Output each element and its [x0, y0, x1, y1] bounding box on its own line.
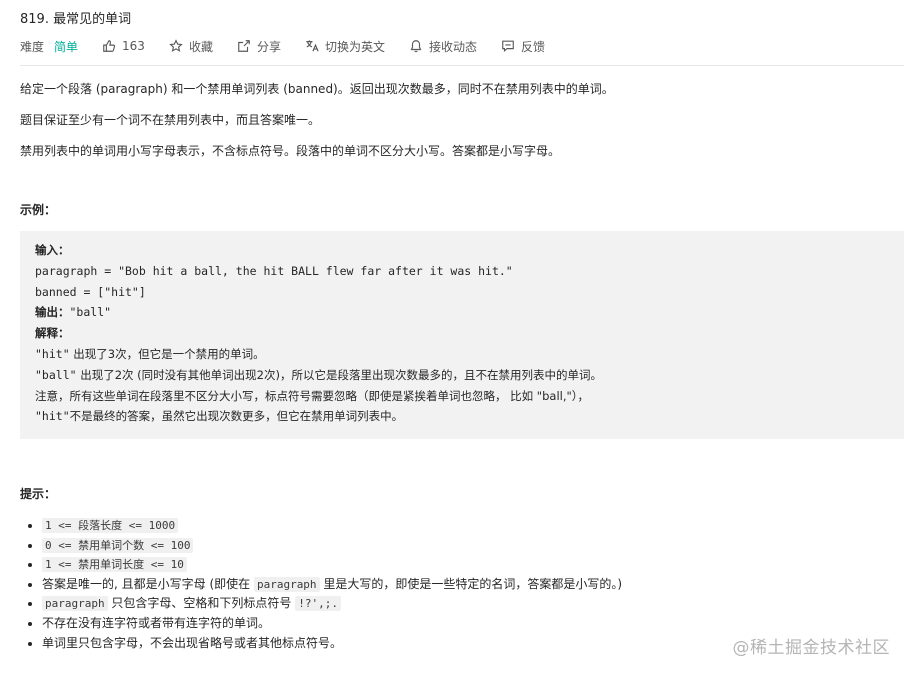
- favorite-button[interactable]: 收藏: [169, 38, 213, 55]
- problem-description: 给定一个段落 (paragraph) 和一个禁用单词列表 (banned)。返回…: [20, 81, 904, 159]
- header-divider: [20, 65, 904, 66]
- feedback-button[interactable]: 反馈: [501, 38, 545, 55]
- output-value: "ball": [69, 305, 112, 320]
- problem-title: 819. 最常见的单词: [20, 12, 132, 27]
- hint-code: 1 <= 禁用单词长度 <= 10: [42, 557, 187, 573]
- notify-button[interactable]: 接收动态: [409, 38, 477, 55]
- share-icon: [238, 40, 250, 52]
- explain-ball-word: "ball": [35, 367, 77, 382]
- description-paragraph-2: 题目保证至少有一个词不在禁用列表中，而且答案唯一。: [20, 113, 321, 127]
- banned-line: banned = ["hit"]: [35, 284, 146, 299]
- like-button[interactable]: 163: [102, 39, 145, 53]
- watermark: @稀土掘金技术社区: [732, 638, 890, 658]
- paragraph-line: paragraph = "Bob hit a ball, the hit BAL…: [35, 263, 513, 278]
- difficulty-label: 难度: [20, 39, 45, 54]
- output-label: 输出：: [35, 305, 70, 320]
- hint-code: paragraph: [42, 596, 108, 612]
- explain-label: 解释：: [35, 326, 70, 341]
- list-item: 1 <= 段落长度 <= 1000: [42, 516, 904, 536]
- share-button[interactable]: 分享: [237, 38, 281, 55]
- explain-hit-word: "hit": [35, 346, 70, 361]
- hint-text: 只包含字母、空格和下列标点符号: [107, 596, 292, 611]
- list-item: 答案是唯一的, 且都是小写字母 (即使在 paragraph 里是大写的，即使是…: [42, 575, 904, 595]
- list-item: 1 <= 禁用单词长度 <= 10: [42, 555, 904, 575]
- feedback-icon: [502, 40, 514, 53]
- list-item: paragraph 只包含字母、空格和下列标点符号 !?',;.: [42, 594, 904, 614]
- explain-hit-word-2: "hit": [35, 409, 70, 424]
- description-paragraph-1: 给定一个段落 (paragraph) 和一个禁用单词列表 (banned)。返回…: [20, 82, 614, 96]
- problem-page: 819. 最常见的单词 难度 简单 163 收藏 分享 切换为英文 接收动态 反…: [0, 0, 904, 653]
- hint-code: 0 <= 禁用单词个数 <= 100: [42, 537, 194, 553]
- bell-icon: [410, 40, 422, 53]
- example-heading: 示例：: [20, 203, 57, 217]
- hint-code: paragraph: [253, 576, 320, 592]
- star-icon: [169, 39, 183, 52]
- switch-language-label: 切换为英文: [324, 39, 385, 54]
- explain-line-3: 注意，所有这些单词在段落里不区分大小写，标点符号需要忽略（即使是紧挨着单词也忽略…: [35, 388, 590, 403]
- hint-code: !?',;.: [295, 596, 342, 612]
- switch-language-button[interactable]: 切换为英文: [305, 38, 385, 55]
- thumbs-up-icon: [103, 40, 116, 52]
- problem-toolbar: 难度 简单 163 收藏 分享 切换为英文 接收动态 反馈: [20, 35, 904, 57]
- input-label: 输入：: [35, 243, 70, 257]
- hints-heading: 提示：: [20, 487, 57, 501]
- hint-text: 答案是唯一的, 且都是小写字母 (即使在: [42, 576, 254, 591]
- hint-code: 1 <= 段落长度 <= 1000: [42, 518, 179, 533]
- explain-line-2: 出现了2次 (同时没有其他单词出现2次)，所以它是段落里出现次数最多的，且不在禁…: [76, 367, 602, 382]
- explain-line-4: 不是最终的答案，虽然它出现次数更多，但它在禁用单词列表中。: [69, 409, 404, 424]
- feedback-label: 反馈: [521, 39, 546, 54]
- difficulty-badge: 简单: [54, 39, 79, 54]
- favorite-label: 收藏: [188, 39, 213, 54]
- list-item: 不存在没有连字符或者带有连字符的单词。: [42, 614, 904, 634]
- description-paragraph-3: 禁用列表中的单词用小写字母表示，不含标点符号。段落中的单词不区分大小写。答案都是…: [20, 144, 561, 158]
- list-item: 0 <= 禁用单词个数 <= 100: [42, 536, 904, 556]
- translate-icon: [306, 40, 319, 52]
- hint-text: 里是大写的，即使是一些特定的名词，答案都是小写的。): [319, 576, 623, 591]
- notify-label: 接收动态: [428, 39, 477, 54]
- share-label: 分享: [256, 39, 281, 54]
- explain-line-1: 出现了3次，但它是一个禁用的单词。: [69, 346, 265, 361]
- example-code-block: 输入： paragraph = "Bob hit a ball, the hit…: [20, 231, 904, 439]
- like-count: 163: [122, 39, 145, 53]
